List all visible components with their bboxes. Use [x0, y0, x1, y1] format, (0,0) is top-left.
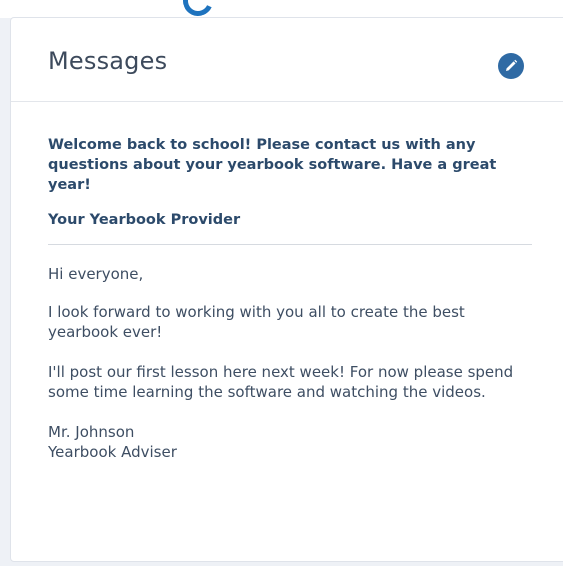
pencil-icon	[506, 59, 518, 71]
panel-body: Welcome back to school! Please contact u…	[48, 135, 534, 462]
panel-title: Messages	[48, 47, 168, 75]
message-paragraph: I look forward to working with you all t…	[48, 303, 465, 341]
sender-role: Yearbook Adviser	[48, 443, 177, 461]
messages-panel: Messages Welcome back to school! Please …	[10, 17, 563, 562]
message-greeting: Hi everyone,	[48, 265, 144, 283]
provider-announcement: Welcome back to school! Please contact u…	[48, 137, 497, 193]
partial-logo-graphic	[178, 0, 218, 18]
message-signature: Mr. Johnson Yearbook Adviser	[48, 422, 534, 462]
message-paragraph: I'll post our first lesson here next wee…	[48, 363, 514, 401]
panel-header: Messages	[11, 18, 563, 102]
message-divider	[48, 244, 532, 245]
sender-name: Mr. Johnson	[48, 423, 135, 441]
provider-signature: Your Yearbook Provider	[48, 212, 241, 228]
top-strip	[0, 0, 563, 18]
edit-messages-button[interactable]	[498, 53, 524, 79]
